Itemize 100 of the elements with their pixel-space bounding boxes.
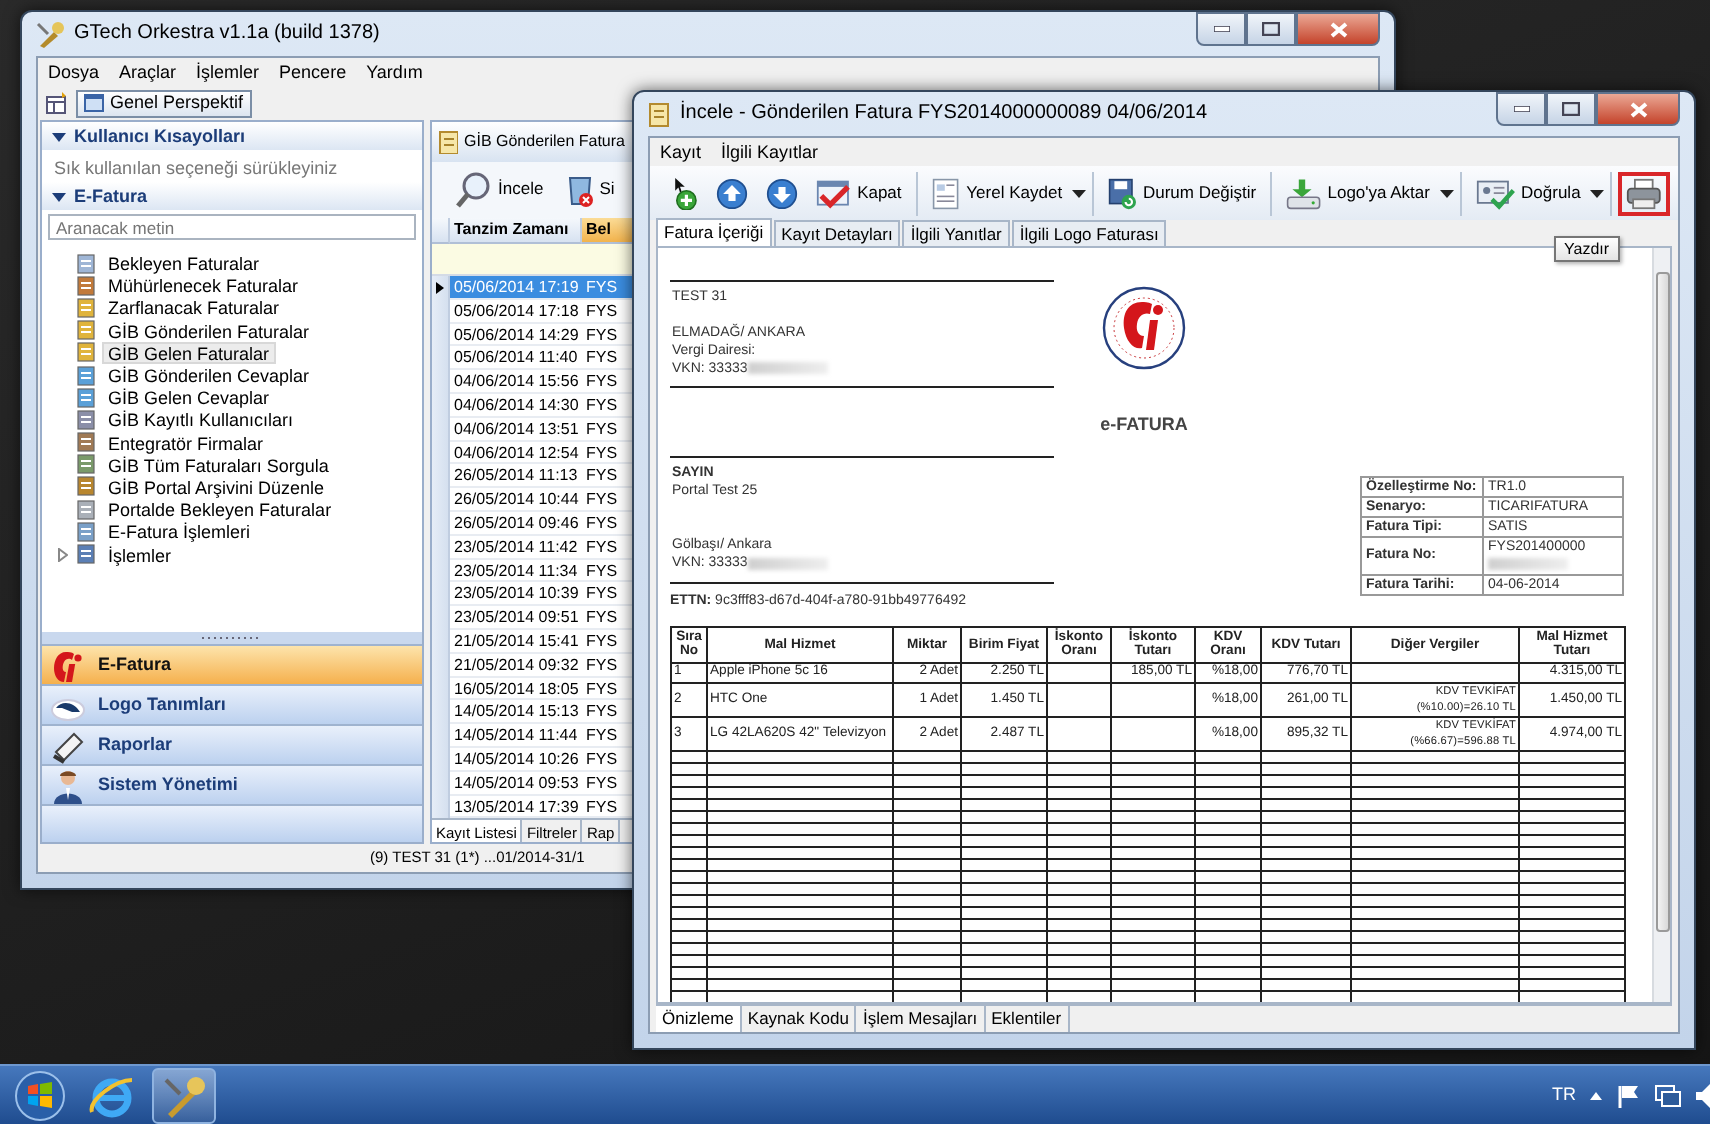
tab[interactable]: Kaynak Kodu [741, 1006, 857, 1032]
maximize-button[interactable] [1546, 92, 1596, 126]
nav-button[interactable]: E-Fatura [42, 644, 422, 684]
row-header[interactable] [432, 276, 450, 300]
document-icon [76, 454, 96, 475]
table-cell[interactable]: 05/06/2014 17:18 [450, 299, 582, 324]
menu-item[interactable]: Dosya [48, 61, 100, 83]
document-icon [76, 476, 96, 497]
document-icon [76, 499, 96, 520]
menu-item[interactable]: İlgili Kayıtlar [721, 141, 819, 163]
table-cell[interactable]: 05/06/2014 11:40 [450, 346, 582, 371]
tree-item[interactable]: GİB Gelen Faturalar [102, 341, 276, 364]
nav-button[interactable]: Raporlar [42, 724, 422, 764]
maximize-button[interactable] [1246, 12, 1296, 46]
expander-icon[interactable] [57, 547, 67, 562]
table-cell[interactable]: 21/05/2014 09:32 [450, 653, 582, 678]
section-header[interactable]: E-Fatura [42, 182, 422, 210]
table-cell[interactable]: 04/06/2014 15:56 [450, 370, 582, 394]
column-header[interactable]: Tanzim Zamanı [450, 218, 582, 244]
maximize-icon [1262, 22, 1280, 36]
tree-item[interactable]: GİB Kayıtlı Kullanıcıları [102, 408, 300, 431]
vertical-scrollbar[interactable] [1652, 248, 1670, 1002]
blurred-text-block [747, 362, 828, 375]
table-cell[interactable]: 04/06/2014 14:30 [450, 393, 582, 418]
taskbar-app-button[interactable] [152, 1067, 216, 1123]
nav-button[interactable]: Sistem Yönetimi [42, 764, 422, 804]
toolbar-button[interactable]: Si [557, 168, 623, 212]
table-cell[interactable]: 21/05/2014 15:41 [450, 629, 582, 654]
table-cell[interactable]: 04/06/2014 13:51 [450, 417, 582, 442]
tab[interactable]: Önizleme [656, 1006, 742, 1032]
tree-item[interactable]: Bekleyen Faturalar [102, 252, 266, 275]
table-cell[interactable]: 04/06/2014 12:54 [450, 441, 582, 465]
minimize-button[interactable] [1196, 12, 1246, 46]
tab[interactable]: Eklentiler [985, 1006, 1070, 1032]
column-header[interactable]: Bel [582, 218, 634, 244]
blurred-text-block [1488, 557, 1568, 570]
tab[interactable]: İlgili Yanıtlar [902, 220, 1010, 246]
toolbar-button[interactable]: Durum Değiştir [1100, 171, 1265, 215]
table-cell[interactable]: 23/05/2014 09:51 [450, 606, 582, 630]
nav-button[interactable]: Logo Tanımları [42, 684, 422, 724]
tree-item[interactable]: GİB Tüm Faturaları Sorgula [102, 453, 335, 476]
close-button[interactable] [1296, 12, 1380, 46]
tree-item[interactable]: Portalde Bekleyen Faturalar [102, 498, 338, 521]
tree-item[interactable]: Entegratör Firmalar [102, 431, 270, 454]
tree-item[interactable]: Mühürlenecek Faturalar [102, 274, 305, 297]
tab[interactable]: Fatura İçeriği [656, 218, 772, 246]
toolbar-button[interactable]: Yerel Kaydet [923, 171, 1071, 215]
maximize-icon [1562, 102, 1580, 116]
table-cell[interactable]: 16/05/2014 18:05 [450, 677, 582, 701]
toolbar-button[interactable]: Doğrula [1467, 171, 1589, 215]
toolbar-button[interactable]: Logo'ya Aktar [1278, 171, 1438, 215]
table-cell[interactable]: 26/05/2014 09:46 [450, 511, 582, 536]
tree-item[interactable]: GİB Gönderilen Cevaplar [102, 364, 316, 387]
flag-icon[interactable] [1616, 1083, 1640, 1107]
caret-icon[interactable] [52, 189, 66, 203]
toolbar-button[interactable]: İncele [448, 168, 552, 212]
table-cell[interactable]: 26/05/2014 11:13 [450, 464, 582, 489]
hint-text: Sık kullanılan seçeneği sürükleyiniz [52, 156, 340, 182]
network-icon[interactable] [1654, 1083, 1682, 1107]
table-cell[interactable]: 23/05/2014 11:42 [450, 535, 582, 560]
menu-item[interactable]: Pencere [279, 61, 347, 83]
layout-icon[interactable] [46, 92, 68, 114]
table-cell[interactable]: 05/06/2014 14:29 [450, 323, 582, 347]
caret-icon[interactable] [1439, 189, 1454, 197]
menu-item[interactable]: Kayıt [660, 141, 702, 163]
tree-item[interactable]: Zarflanacak Faturalar [102, 296, 286, 319]
minimize-button[interactable] [1496, 92, 1546, 126]
tab[interactable]: İlgili Logo Faturası [1011, 220, 1167, 246]
caret-icon[interactable] [1590, 189, 1605, 197]
tree-item[interactable]: GİB Gönderilen Faturalar [102, 319, 316, 342]
caret-up-icon[interactable] [1590, 1091, 1602, 1099]
caret-icon[interactable] [52, 129, 66, 143]
document-icon [76, 253, 96, 274]
close-button[interactable] [1596, 92, 1680, 126]
section-header[interactable]: Kullanıcı Kısayolları [42, 122, 422, 150]
toolbar-button[interactable] [1618, 171, 1671, 215]
menu-item[interactable]: İşlemler [196, 61, 260, 83]
perspective-button[interactable]: Genel Perspektif [76, 89, 252, 117]
table-cell[interactable]: 14/05/2014 10:26 [450, 747, 582, 772]
toolbar-button[interactable]: Kapat [807, 171, 910, 215]
id-card-check-icon [1475, 177, 1516, 209]
tree-item[interactable]: E-Fatura İşlemleri [102, 520, 257, 543]
language-indicator[interactable]: TR [1552, 1084, 1576, 1106]
table-cell[interactable]: 26/05/2014 10:44 [450, 488, 582, 512]
tree-item[interactable]: GİB Portal Arşivini Düzenle [102, 475, 331, 498]
menu-item[interactable]: Araçlar [119, 61, 177, 83]
search-field[interactable]: Aranacak metin [48, 214, 416, 240]
tree-item[interactable]: İşlemler [102, 543, 178, 566]
tree-item[interactable]: GİB Gelen Cevaplar [102, 386, 276, 409]
table-cell[interactable]: 14/05/2014 11:44 [450, 724, 582, 748]
tab[interactable]: İşlem Mesajları [856, 1006, 986, 1032]
caret-icon[interactable] [1072, 189, 1087, 197]
table-cell[interactable]: 23/05/2014 11:34 [450, 559, 582, 583]
tab[interactable]: Kayıt Detayları [773, 220, 901, 246]
speaker-icon[interactable] [1696, 1083, 1710, 1107]
table-cell[interactable]: 23/05/2014 10:39 [450, 582, 582, 607]
menu-item[interactable]: Yardım [366, 61, 423, 83]
table-cell[interactable]: 14/05/2014 09:53 [450, 771, 582, 796]
filter-row-field[interactable] [432, 244, 634, 276]
table-cell[interactable]: 14/05/2014 15:13 [450, 700, 582, 725]
